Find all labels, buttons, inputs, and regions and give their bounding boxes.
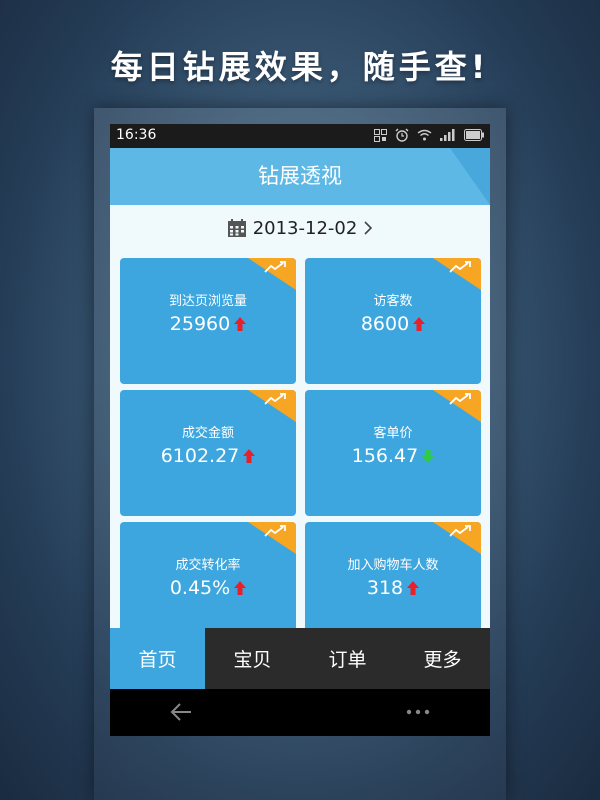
arrow-up-icon: [407, 581, 420, 595]
tab-more[interactable]: 更多: [395, 628, 490, 689]
status-icons: [374, 128, 484, 142]
status-bar: 16:36: [110, 124, 490, 148]
card-value: 318: [366, 577, 404, 599]
trend-line-icon: [264, 525, 286, 537]
card-label: 加入购物车人数: [347, 558, 439, 573]
card-label: 成交金额: [181, 426, 234, 441]
calendar-icon: [227, 219, 246, 237]
arrow-up-icon: [243, 449, 256, 463]
system-nav-bar: [110, 689, 490, 736]
tab-home[interactable]: 首页: [110, 628, 205, 689]
battery-icon: [464, 129, 484, 141]
card-value: 156.47: [351, 445, 419, 467]
tab-products[interactable]: 宝贝: [205, 628, 300, 689]
date-selector[interactable]: 2013-12-02: [110, 214, 490, 242]
card-value: 25960: [169, 313, 231, 335]
card-label: 成交转化率: [175, 558, 241, 573]
metric-card-sales-amount[interactable]: 成交金额 6102.27: [120, 390, 296, 516]
card-label: 客单价: [373, 426, 413, 441]
trend-line-icon: [449, 261, 471, 273]
app-header: 钻展透视: [110, 148, 490, 205]
card-label: 到达页浏览量: [168, 294, 247, 309]
app-screen: 16:36 钻展透视 2013-12-02 到达页浏览量 25960 访客数 8…: [110, 124, 490, 736]
qr-icon: [374, 128, 387, 142]
chevron-right-icon[interactable]: [363, 220, 373, 236]
header-accent: [450, 148, 490, 205]
trend-line-icon: [264, 393, 286, 405]
page-title: 钻展透视: [258, 164, 342, 188]
metric-card-page-views[interactable]: 到达页浏览量 25960: [120, 258, 296, 384]
card-value: 0.45%: [169, 577, 231, 599]
trend-line-icon: [264, 261, 286, 273]
more-dots-icon[interactable]: [406, 709, 430, 715]
arrow-up-icon: [413, 317, 426, 331]
signal-icon: [440, 129, 455, 141]
trend-line-icon: [449, 525, 471, 537]
bottom-tab-bar: 首页 宝贝 订单 更多: [110, 628, 490, 689]
metric-card-avg-order-value[interactable]: 客单价 156.47: [305, 390, 481, 516]
card-value: 6102.27: [160, 445, 240, 467]
status-time: 16:36: [116, 127, 157, 143]
arrow-up-icon: [234, 581, 247, 595]
arrow-down-icon: [422, 449, 435, 463]
promo-headline: 每日钻展效果，随手查!: [110, 48, 490, 86]
alarm-icon: [395, 128, 409, 142]
metric-card-visitors[interactable]: 访客数 8600: [305, 258, 481, 384]
wifi-icon: [417, 129, 432, 141]
trend-line-icon: [449, 393, 471, 405]
tab-orders[interactable]: 订单: [300, 628, 395, 689]
arrow-up-icon: [234, 317, 247, 331]
date-value: 2013-12-02: [252, 217, 358, 239]
card-value: 8600: [360, 313, 410, 335]
back-arrow-icon[interactable]: [170, 702, 192, 722]
card-label: 访客数: [373, 294, 413, 309]
